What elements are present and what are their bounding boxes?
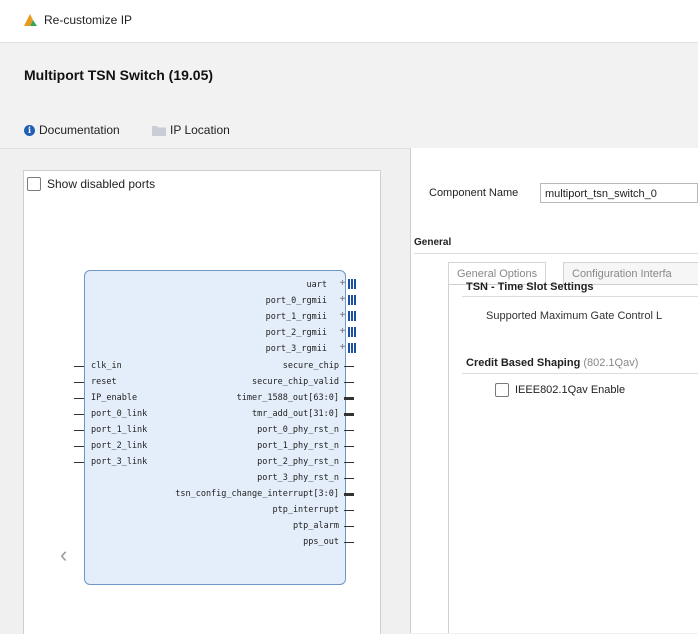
port-label-reset: reset <box>91 377 117 387</box>
port-label-tmr-add-out: tmr_add_out[31:0] <box>252 409 339 419</box>
port-label-clk-in: clk_in <box>91 361 122 371</box>
ip-location-link[interactable]: IP Location <box>152 123 230 137</box>
port-pin <box>74 414 84 415</box>
port-label-pps-out: pps_out <box>303 537 339 547</box>
divider <box>462 296 698 297</box>
port-label-port-1-link: port_1_link <box>91 425 148 435</box>
ip-block-symbol: uart port_0_rgmii port_1_rgmii port_2_rg… <box>84 270 346 585</box>
general-section-label: General <box>414 237 452 248</box>
port-label-port-2-rgmii: port_2_rgmii <box>265 328 327 338</box>
port-pin <box>74 398 84 399</box>
port-pin <box>344 542 354 543</box>
ip-location-label: IP Location <box>170 123 230 137</box>
port-label-port-3-link: port_3_link <box>91 457 148 467</box>
cbs-section-title-text: Credit Based Shaping <box>466 357 581 369</box>
bus-interface-icon <box>348 343 356 353</box>
chevron-left-icon[interactable]: ‹ <box>60 542 67 568</box>
bus-expand-icon[interactable]: + <box>338 327 347 337</box>
port-label-ip-enable: IP_enable <box>91 393 138 403</box>
port-label-secure-chip: secure_chip <box>282 361 339 371</box>
port-label-tsn-config-change-interrupt: tsn_config_change_interrupt[3:0] <box>175 489 339 499</box>
port-label-port-2-phy-rst-n: port_2_phy_rst_n <box>257 457 339 467</box>
tab-content-general-options <box>448 285 698 633</box>
bus-expand-icon[interactable]: + <box>338 295 347 305</box>
ip-title: Multiport TSN Switch (19.05) <box>24 67 214 83</box>
port-label-timer-1588-out: timer_1588_out[63:0] <box>236 393 339 403</box>
port-pin <box>74 446 84 447</box>
bus-expand-icon[interactable]: + <box>338 311 347 321</box>
port-label-port-3-phy-rst-n: port_3_phy_rst_n <box>257 473 339 483</box>
title-bar: Re-customize IP <box>0 0 698 43</box>
component-name-input[interactable]: multiport_tsn_switch_0 <box>540 183 698 203</box>
divider <box>462 373 698 374</box>
bus-interface-icon <box>348 311 356 321</box>
divider <box>414 253 698 254</box>
cbs-section-title: Credit Based Shaping (802.1Qav) <box>466 357 638 369</box>
port-pin <box>344 462 354 463</box>
window-title: Re-customize IP <box>44 13 133 27</box>
bus-pin <box>344 413 354 416</box>
info-icon: i <box>24 124 35 136</box>
port-pin <box>344 446 354 447</box>
port-label-port-1-rgmii: port_1_rgmii <box>265 312 327 322</box>
port-pin <box>344 366 354 367</box>
bus-interface-icon <box>348 295 356 305</box>
bus-interface-icon <box>348 279 356 289</box>
port-label-port-1-phy-rst-n: port_1_phy_rst_n <box>257 441 339 451</box>
cbs-section-suffix: (802.1Qav) <box>583 357 639 369</box>
port-pin <box>344 430 354 431</box>
bus-interface-icon <box>348 327 356 337</box>
port-label-port-3-rgmii: port_3_rgmii <box>265 344 327 354</box>
port-label-ptp-alarm: ptp_alarm <box>292 521 339 531</box>
port-pin <box>74 366 84 367</box>
port-pin <box>344 478 354 479</box>
port-label-uart: uart <box>306 280 327 290</box>
documentation-link[interactable]: i Documentation <box>24 123 120 137</box>
show-disabled-ports-toggle[interactable]: Show disabled ports <box>27 177 155 191</box>
bus-pin <box>344 493 354 496</box>
port-pin <box>344 382 354 383</box>
port-pin <box>74 382 84 383</box>
tsn-section-title: TSN - Time Slot Settings <box>466 281 594 293</box>
port-pin <box>74 462 84 463</box>
qav-enable-label: IEEE802.1Qav Enable <box>515 384 626 396</box>
vivado-logo-icon <box>24 14 37 26</box>
documentation-label: Documentation <box>39 123 120 137</box>
component-name-label: Component Name <box>429 187 519 199</box>
bus-pin <box>344 397 354 400</box>
port-label-port-0-link: port_0_link <box>91 409 148 419</box>
port-label-port-0-rgmii: port_0_rgmii <box>265 296 327 306</box>
port-pin <box>344 510 354 511</box>
qav-enable-checkbox[interactable] <box>495 383 509 397</box>
port-pin <box>74 430 84 431</box>
port-label-port-2-link: port_2_link <box>91 441 148 451</box>
show-disabled-ports-label: Show disabled ports <box>47 177 156 191</box>
ip-header: Multiport TSN Switch (19.05) i Documenta… <box>0 43 698 149</box>
bus-expand-icon[interactable]: + <box>338 279 347 289</box>
tsn-gate-control-text: Supported Maximum Gate Control L <box>486 310 663 322</box>
bus-expand-icon[interactable]: + <box>338 343 347 353</box>
show-disabled-ports-checkbox[interactable] <box>27 177 41 191</box>
port-label-secure-chip-valid: secure_chip_valid <box>252 377 339 387</box>
folder-icon <box>152 125 166 136</box>
port-label-port-0-phy-rst-n: port_0_phy_rst_n <box>257 425 339 435</box>
qav-enable-toggle[interactable]: IEEE802.1Qav Enable <box>495 383 625 397</box>
port-label-ptp-interrupt: ptp_interrupt <box>272 505 339 515</box>
port-pin <box>344 526 354 527</box>
